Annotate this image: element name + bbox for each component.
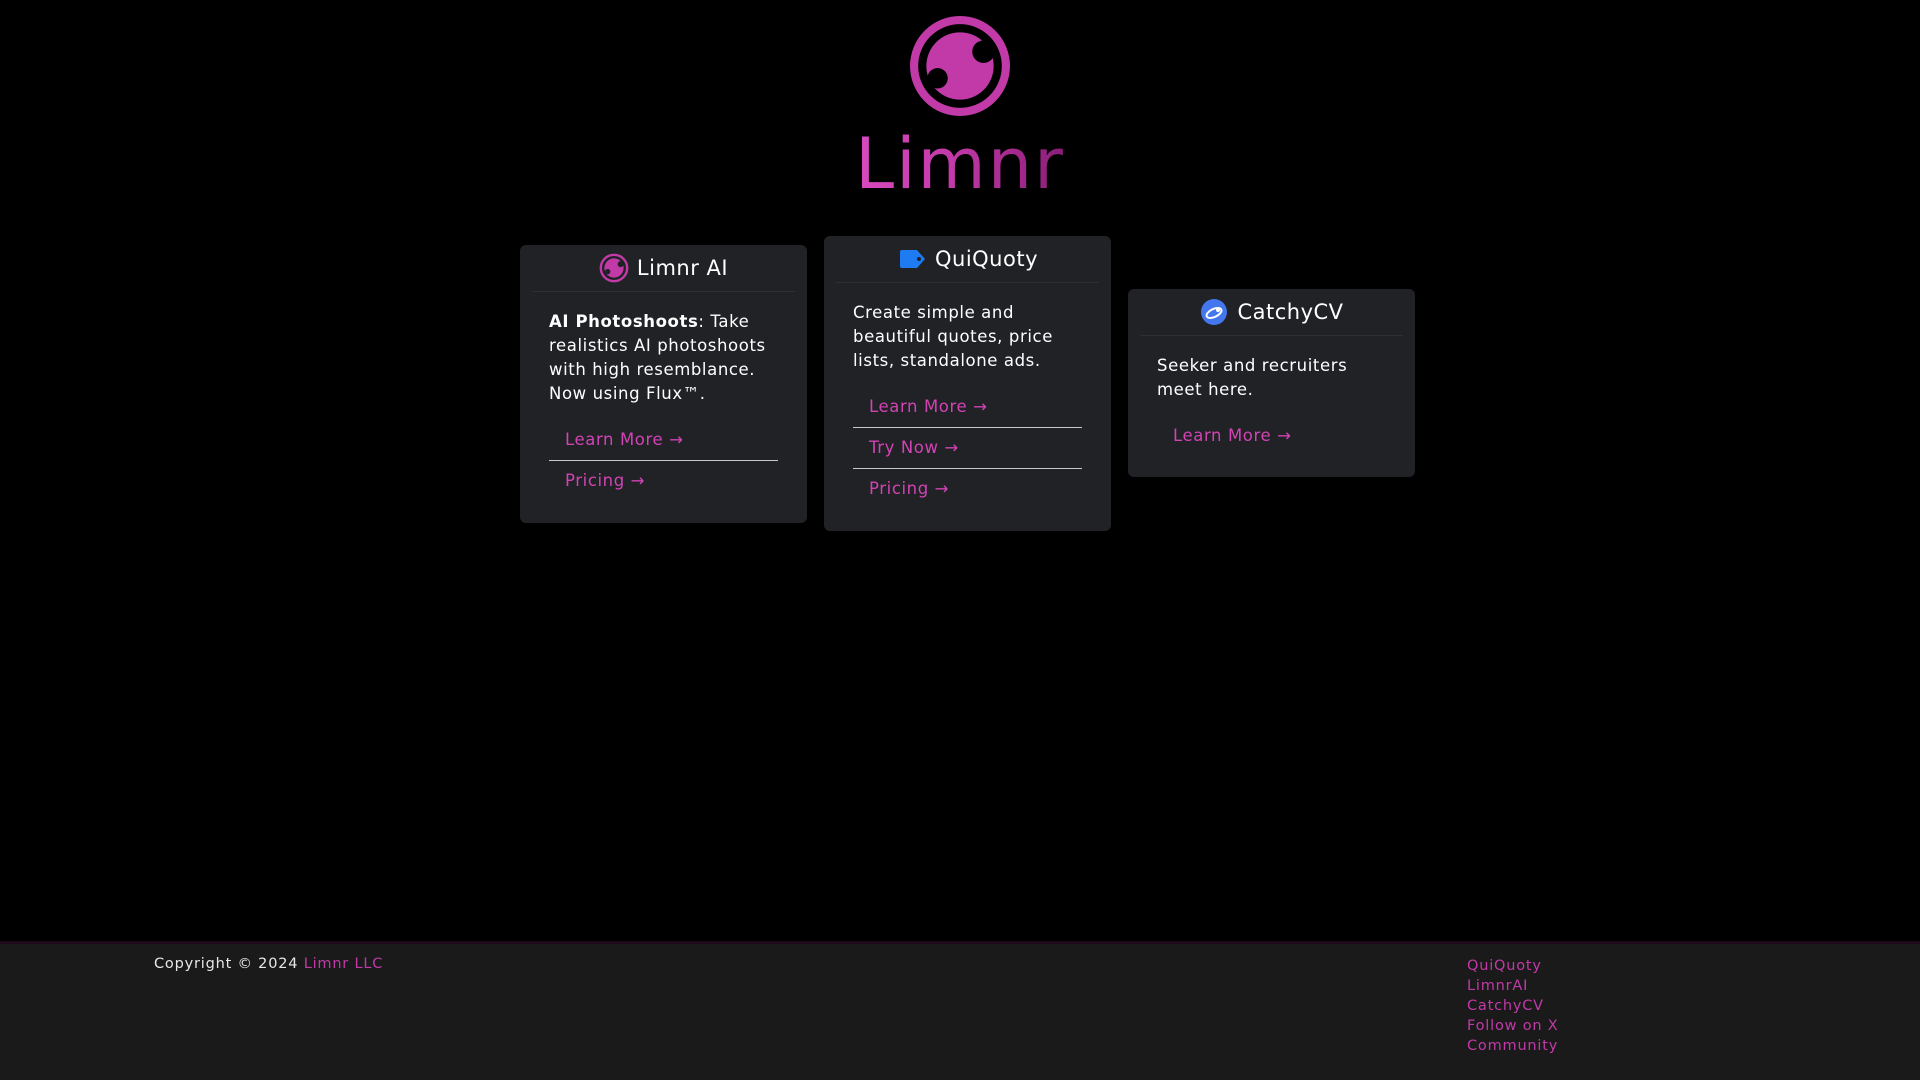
link-item: Pricing → bbox=[549, 461, 778, 501]
card-header: CatchyCV bbox=[1140, 289, 1403, 336]
limnr-eye-icon bbox=[599, 253, 629, 283]
card-description: Seeker and recruiters meet here. bbox=[1157, 356, 1348, 399]
footer-link-community[interactable]: Community bbox=[1467, 1038, 1558, 1054]
footer-link-item: Community bbox=[1467, 1036, 1559, 1056]
footer: Copyright © 2024 Limnr LLC QuiQuoty Limn… bbox=[0, 941, 1920, 1080]
learn-more-link[interactable]: Learn More → bbox=[869, 395, 988, 419]
cv-globe-icon bbox=[1199, 297, 1229, 327]
link-item: Pricing → bbox=[853, 469, 1082, 509]
try-now-link[interactable]: Try Now → bbox=[869, 436, 959, 460]
product-card-catchycv: CatchyCV Seeker and recruiters meet here… bbox=[1128, 289, 1415, 477]
brand-title: Limnr bbox=[855, 123, 1065, 205]
learn-more-link[interactable]: Learn More → bbox=[565, 428, 684, 452]
card-header: QuiQuoty bbox=[836, 236, 1099, 283]
footer-link-item: QuiQuoty bbox=[1467, 956, 1559, 976]
copyright: Copyright © 2024 Limnr LLC bbox=[154, 956, 383, 972]
copyright-text: Copyright © 2024 bbox=[154, 956, 304, 972]
card-title: CatchyCV bbox=[1237, 300, 1344, 324]
card-description: Create simple and beautiful quotes, pric… bbox=[853, 303, 1053, 370]
card-description: AI Photoshoots: Take realistics AI photo… bbox=[549, 310, 778, 406]
company-link[interactable]: Limnr LLC bbox=[304, 956, 383, 972]
limnr-eye-icon bbox=[910, 16, 1010, 116]
link-item: Learn More → bbox=[549, 420, 778, 461]
footer-link-item: Follow on X bbox=[1467, 1016, 1559, 1036]
page: Limnr Limnr AI AI Photoshoots: Take real… bbox=[0, 0, 1920, 1080]
card-links: Learn More → Try Now → Pricing → bbox=[853, 387, 1082, 509]
card-body: Seeker and recruiters meet here. Learn M… bbox=[1128, 336, 1415, 468]
card-title: Limnr AI bbox=[636, 256, 729, 280]
footer-link-item: CatchyCV bbox=[1467, 996, 1559, 1016]
footer-links: QuiQuoty LimnrAI CatchyCV Follow on X Co… bbox=[1467, 956, 1559, 1056]
link-item: Learn More → bbox=[1157, 416, 1386, 456]
product-card-quiquoty: QuiQuoty Create simple and beautiful quo… bbox=[824, 236, 1111, 531]
footer-link-limnrai[interactable]: LimnrAI bbox=[1467, 978, 1528, 994]
price-tag-icon bbox=[897, 244, 927, 274]
link-item: Try Now → bbox=[853, 428, 1082, 469]
footer-link-catchycv[interactable]: CatchyCV bbox=[1467, 998, 1544, 1014]
card-header: Limnr AI bbox=[532, 245, 795, 292]
card-body: Create simple and beautiful quotes, pric… bbox=[824, 283, 1111, 521]
footer-link-follow-x[interactable]: Follow on X bbox=[1467, 1018, 1559, 1034]
footer-link-item: LimnrAI bbox=[1467, 976, 1559, 996]
description-highlight: AI Photoshoots bbox=[549, 312, 699, 331]
footer-link-quiquoty[interactable]: QuiQuoty bbox=[1467, 958, 1542, 974]
card-links: Learn More → Pricing → bbox=[549, 420, 778, 501]
pricing-link[interactable]: Pricing → bbox=[869, 477, 949, 501]
product-card-limnr-ai: Limnr AI AI Photoshoots: Take realistics… bbox=[520, 245, 807, 523]
pricing-link[interactable]: Pricing → bbox=[565, 469, 645, 493]
link-item: Learn More → bbox=[853, 387, 1082, 428]
card-title: QuiQuoty bbox=[934, 247, 1039, 271]
card-body: AI Photoshoots: Take realistics AI photo… bbox=[520, 292, 807, 513]
learn-more-link[interactable]: Learn More → bbox=[1173, 424, 1292, 448]
card-links: Learn More → bbox=[1157, 416, 1386, 456]
